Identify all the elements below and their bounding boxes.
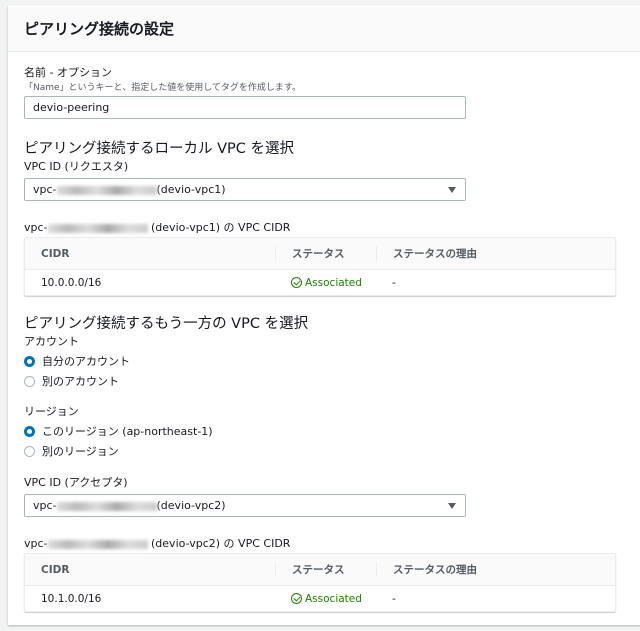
col-reason: ステータスの理由 — [376, 562, 477, 577]
radio-this-region[interactable]: このリージョン (ap-northeast-1) — [24, 423, 213, 439]
table-row: 10.0.0.0/16 Associated - — [25, 270, 615, 295]
name-label: 名前 - オプション — [24, 66, 112, 79]
chevron-down-icon — [448, 187, 456, 193]
accepter-vpc-select[interactable]: vpc- (devio-vpc2) — [24, 494, 466, 517]
chevron-down-icon — [448, 503, 456, 509]
col-status: ステータス — [275, 246, 376, 261]
reason-cell: - — [392, 592, 396, 605]
redacted-vpc-id — [56, 501, 157, 511]
cidr-cell: 10.1.0.0/16 — [41, 592, 102, 605]
col-status: ステータス — [275, 562, 376, 577]
redacted-vpc-id — [56, 185, 157, 195]
peer-cidr-table: CIDR ステータス ステータスの理由 10.1.0.0/16 Associated - — [24, 553, 616, 612]
name-input[interactable]: devio-peering — [24, 96, 466, 119]
col-cidr: CIDR — [41, 563, 70, 576]
radio-other-account[interactable]: 別のアカウント — [24, 373, 119, 389]
reason-cell: - — [392, 276, 396, 289]
panel-header: ピアリング接続の設定 — [8, 5, 640, 52]
status-badge: Associated — [291, 277, 376, 289]
check-circle-icon — [291, 277, 302, 288]
radio-other-region[interactable]: 別のリージョン — [24, 443, 119, 459]
cidr-cell: 10.0.0.0/16 — [41, 276, 102, 289]
radio-my-account[interactable]: 自分のアカウント — [24, 353, 130, 369]
region-label: リージョン — [24, 405, 79, 418]
status-badge: Associated — [291, 593, 376, 605]
table-row: 10.1.0.0/16 Associated - — [25, 586, 615, 611]
check-circle-icon — [291, 593, 302, 604]
local-cidr-label: vpc- (devio-vpc1) の VPC CIDR — [24, 221, 291, 234]
panel-title: ピアリング接続の設定 — [24, 20, 175, 38]
peer-cidr-label: vpc- (devio-vpc2) の VPC CIDR — [24, 537, 291, 550]
col-reason: ステータスの理由 — [376, 246, 477, 261]
col-cidr: CIDR — [41, 247, 70, 260]
name-hint: 「Name」というキーと、指定した値を使用してタグを作成します。 — [24, 83, 302, 93]
vpc-prefix: vpc- — [33, 183, 57, 196]
local-vpc-heading: ピアリング接続するローカル VPC を選択 — [24, 141, 295, 157]
requester-vpc-label: VPC ID (リクエスタ) — [24, 160, 129, 173]
account-label: アカウント — [24, 335, 79, 348]
accepter-vpc-label: VPC ID (アクセプタ) — [24, 476, 128, 489]
peering-settings-panel: ピアリング接続の設定 名前 - オプション 「Name」というキーと、指定した値… — [8, 5, 640, 625]
local-cidr-table: CIDR ステータス ステータスの理由 10.0.0.0/16 Associated - — [24, 237, 616, 296]
requester-vpc-select[interactable]: vpc- (devio-vpc1) — [24, 178, 466, 201]
vpc-name: (devio-vpc1) — [156, 183, 226, 196]
peer-vpc-heading: ピアリング接続するもう一方の VPC を選択 — [24, 316, 309, 332]
